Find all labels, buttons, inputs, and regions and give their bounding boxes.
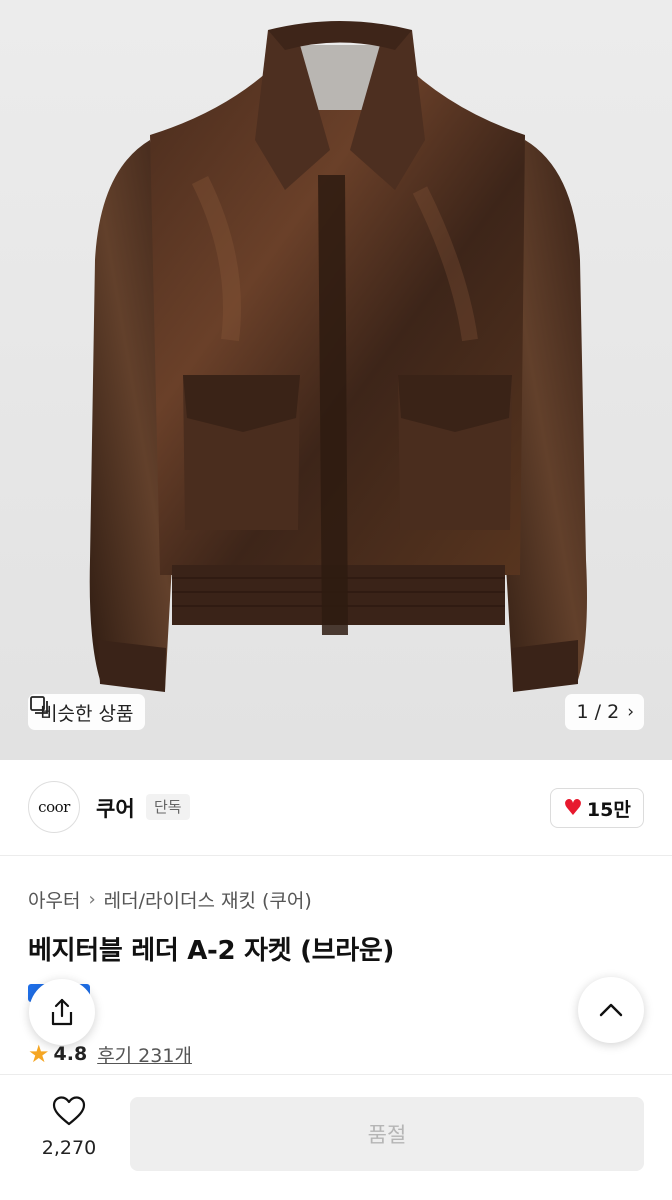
similar-products-label: 비슷한 상품 (40, 702, 134, 725)
wishlist-button[interactable]: 2,270 (30, 1095, 108, 1159)
exclusive-badge: 단독 (146, 794, 190, 820)
breadcrumb-item[interactable]: 레더/라이더스 재킷 (쿠어) (104, 886, 312, 913)
brand-logo[interactable]: coor (28, 781, 80, 833)
breadcrumb-item[interactable]: 아우터 (28, 886, 80, 913)
heart-outline-icon (52, 1096, 86, 1126)
scroll-top-button[interactable] (578, 977, 644, 1043)
breadcrumb: 아우터 › 레더/라이더스 재킷 (쿠어) (28, 886, 312, 913)
product-rating: ★ 4.8 후기 231개 (28, 1040, 192, 1068)
image-pager-count: 1 / 2 (576, 701, 620, 723)
image-pager[interactable]: 1 / 2 › (564, 694, 644, 730)
jacket-illustration (89, 21, 587, 692)
heart-filled-icon: ♥ (563, 795, 583, 821)
wishlist-count: 2,270 (41, 1137, 97, 1159)
rating-score: 4.8 (53, 1043, 88, 1065)
similar-items-icon (30, 696, 48, 714)
brand-row: coor 쿠어 단독 ♥ 15만 (0, 760, 672, 856)
bottom-action-bar: 2,270 품절 (0, 1074, 672, 1200)
brand-logo-text: coor (38, 798, 70, 816)
share-icon (51, 998, 73, 1026)
chevron-right-icon: › (627, 702, 634, 722)
brand-like-button[interactable]: ♥ 15만 (550, 788, 644, 828)
sold-out-button[interactable]: 품절 (130, 1097, 644, 1171)
brand-name[interactable]: 쿠어 (96, 793, 135, 823)
product-title: 베지터블 레더 A-2 자켓 (브라운) (28, 936, 395, 966)
star-icon: ★ (28, 1040, 50, 1068)
share-button[interactable] (29, 979, 95, 1045)
reviews-link[interactable]: 후기 231개 (97, 1041, 192, 1068)
product-image[interactable]: 비슷한 상품 1 / 2 › (0, 0, 672, 760)
brand-like-count: 15만 (586, 798, 631, 821)
chevron-up-icon (599, 1003, 623, 1017)
similar-products-button[interactable]: 비슷한 상품 (28, 694, 146, 730)
chevron-right-icon: › (88, 889, 96, 910)
